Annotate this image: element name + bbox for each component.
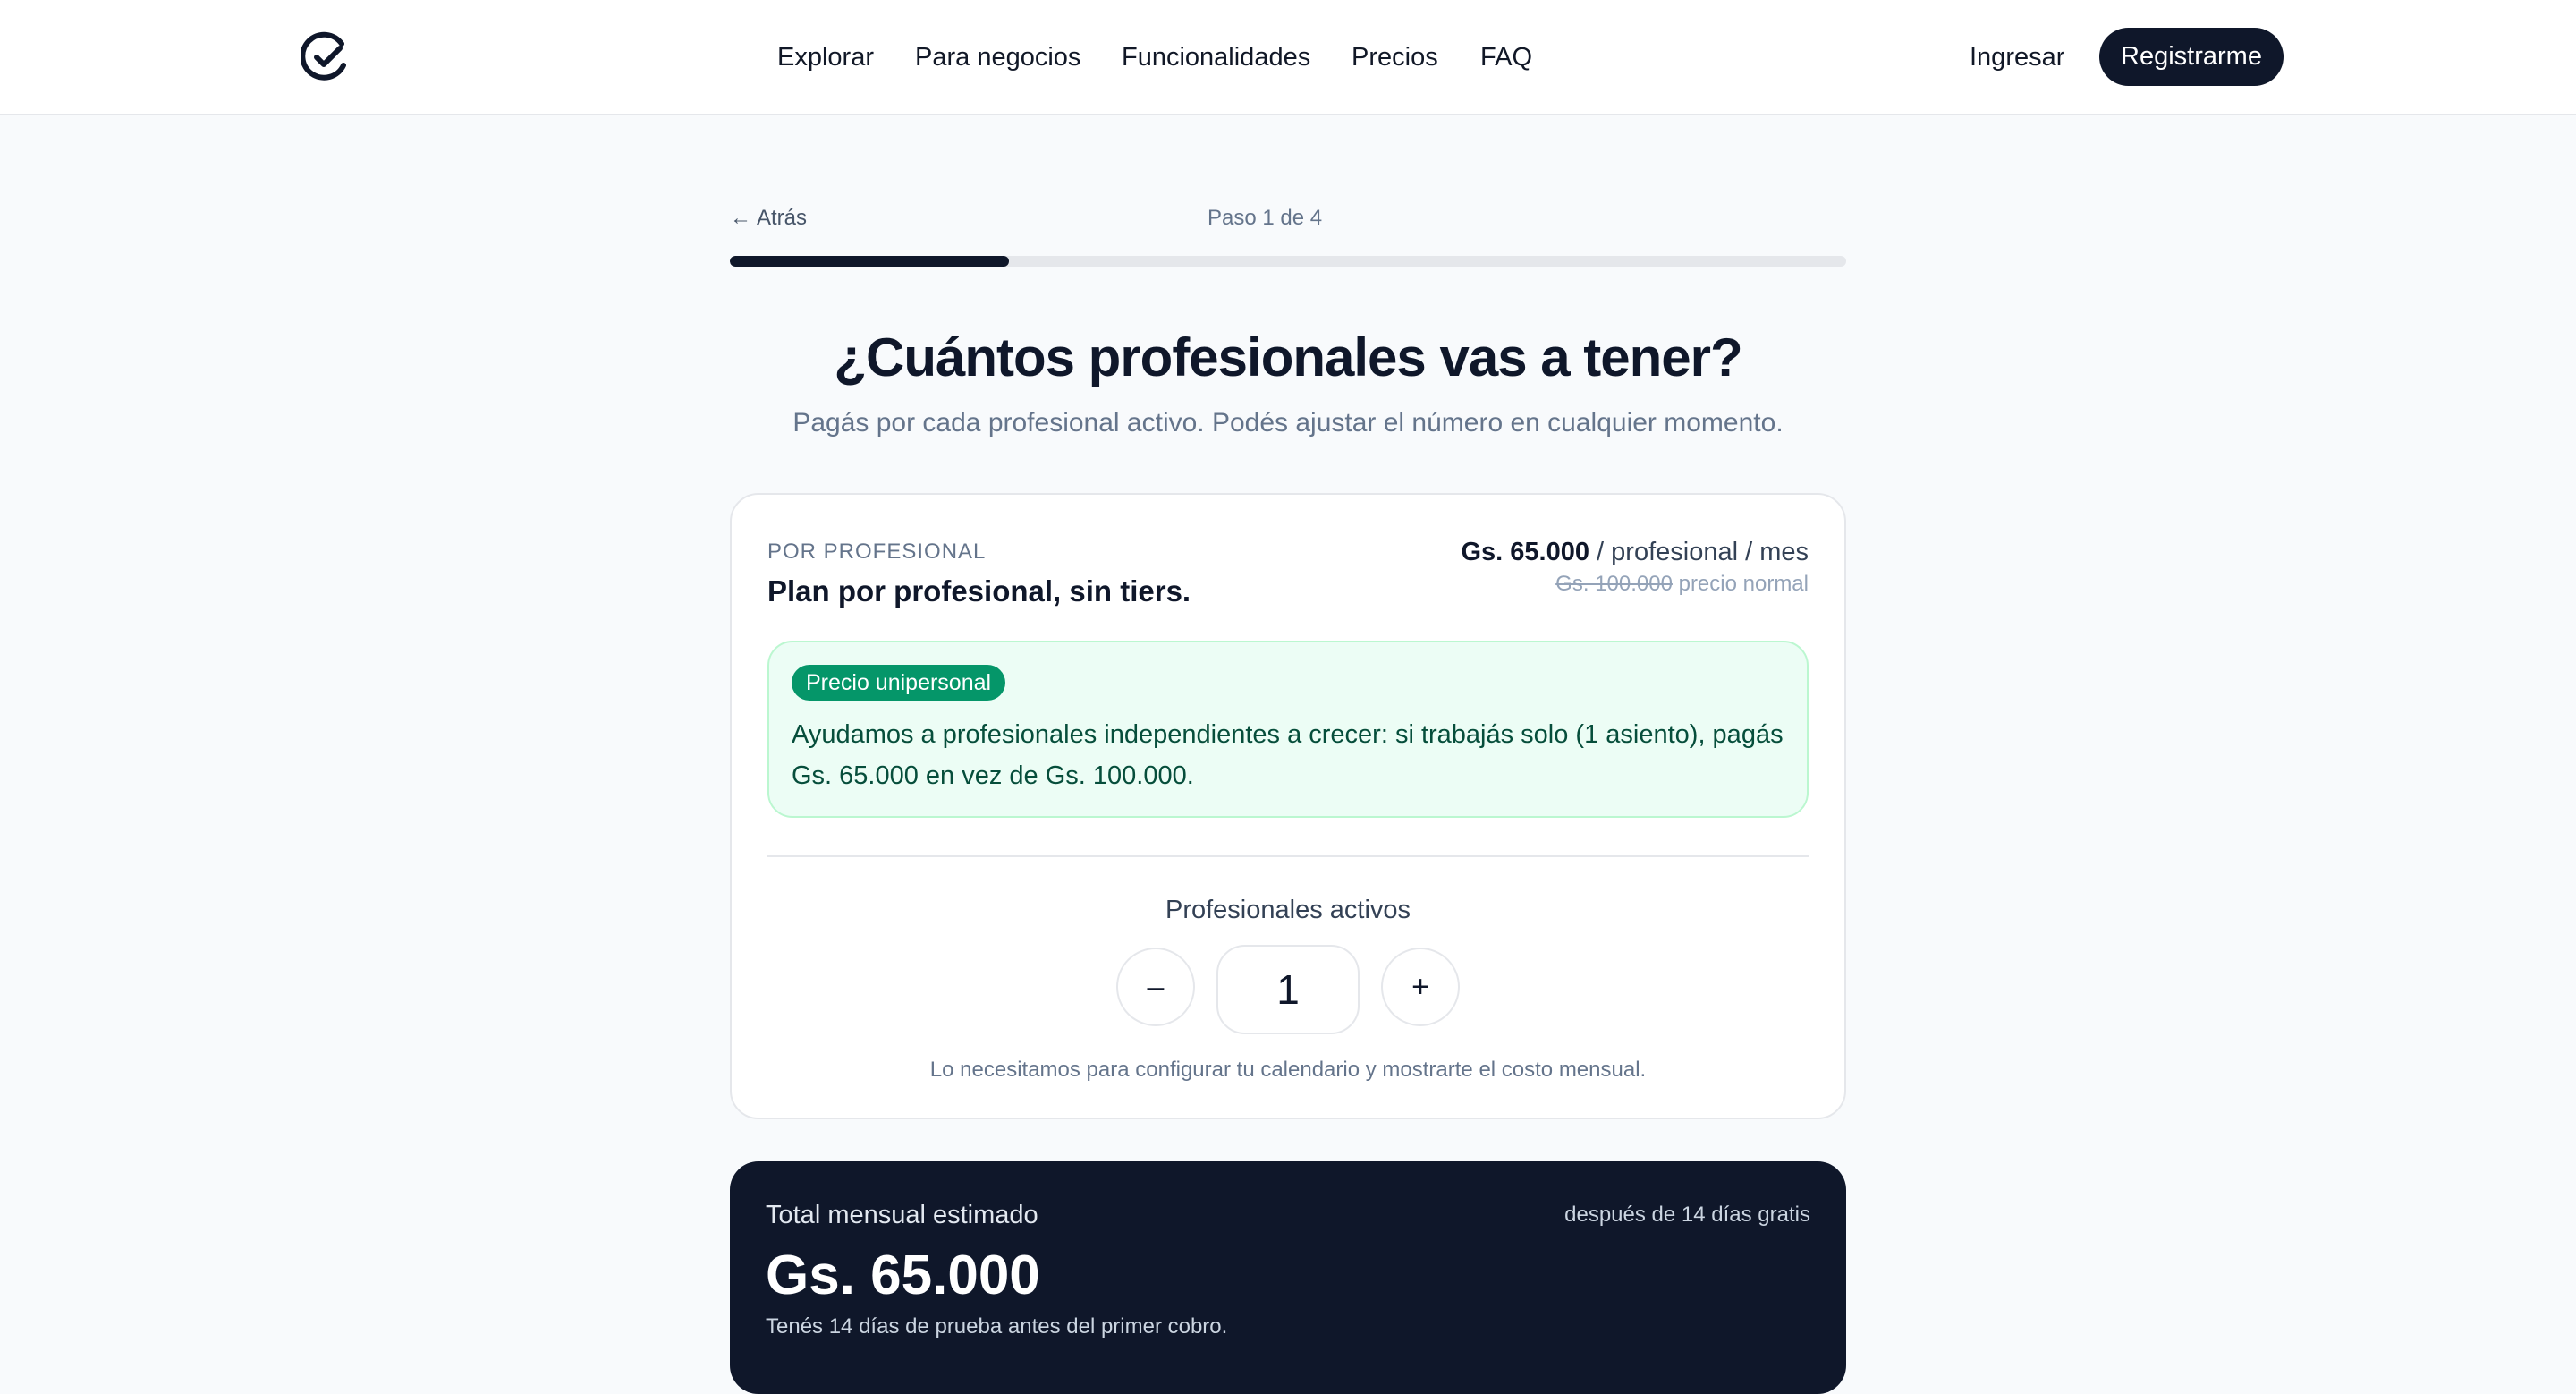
total-amount: Gs. 65.000 (766, 1245, 1040, 1306)
plan-eyebrow: POR PROFESIONAL (767, 540, 987, 564)
site-header: Explorar Para negocios Funcionalidades P… (0, 0, 2576, 115)
register-button[interactable]: Registrarme (2099, 28, 2284, 86)
page-title: ¿Cuántos profesionales vas a tener? (834, 327, 1742, 387)
back-label: Atrás (757, 206, 808, 230)
progress-bar (730, 256, 1846, 267)
login-link[interactable]: Ingresar (1970, 39, 2064, 75)
nav-item-faq[interactable]: FAQ (1480, 39, 1532, 75)
price-amount: Gs. 65.000 (1461, 538, 1589, 566)
nav-item-funcionalidades[interactable]: Funcionalidades (1122, 39, 1310, 75)
nav-item-explorar[interactable]: Explorar (777, 39, 874, 75)
increment-button[interactable]: + (1381, 948, 1460, 1026)
quantity-helper-text: Lo necesitamos para configurar tu calend… (929, 1058, 1647, 1082)
price-unit: / profesional / mes (1597, 538, 1809, 566)
plan-card: POR PROFESIONAL Plan por profesional, si… (730, 493, 1846, 1119)
nav-item-para-negocios[interactable]: Para negocios (915, 39, 1080, 75)
plan-price: Gs. 65.000 / profesional / mes (1461, 534, 1809, 570)
total-summary: Total mensual estimado después de 14 día… (730, 1161, 1846, 1394)
promo-box: Precio unipersonal Ayudamos a profesiona… (767, 641, 1809, 818)
back-button[interactable]: ← Atrás (730, 204, 807, 233)
old-price-label: precio normal (1678, 572, 1809, 596)
quantity-stepper[interactable] (1216, 945, 1360, 1034)
total-label: Total mensual estimado (766, 1201, 1038, 1229)
quantity-label: Profesionales activos (1165, 896, 1411, 924)
old-price: Gs. 100.000 precio normal (1555, 570, 1809, 599)
step-indicator: Paso 1 de 4 (1208, 206, 1323, 230)
total-note: después de 14 días gratis (1564, 1203, 1810, 1227)
nav-item-precios[interactable]: Precios (1352, 39, 1438, 75)
progress-bar-fill (730, 256, 1009, 267)
divider (767, 855, 1809, 857)
plan-name: Plan por profesional, sin tiers. (767, 574, 1191, 608)
promo-text: Ayudamos a profesionales independientes … (792, 720, 1784, 790)
old-price-amount: Gs. 100.000 (1555, 572, 1673, 596)
decrement-button[interactable]: – (1116, 948, 1195, 1026)
arrow-left-icon: ← (730, 206, 751, 230)
promo-badge: Precio unipersonal (792, 665, 1006, 701)
page-subtitle: Pagás por cada profesional activo. Podés… (792, 408, 1784, 438)
total-subtext: Tenés 14 días de prueba antes del primer… (766, 1314, 1228, 1339)
